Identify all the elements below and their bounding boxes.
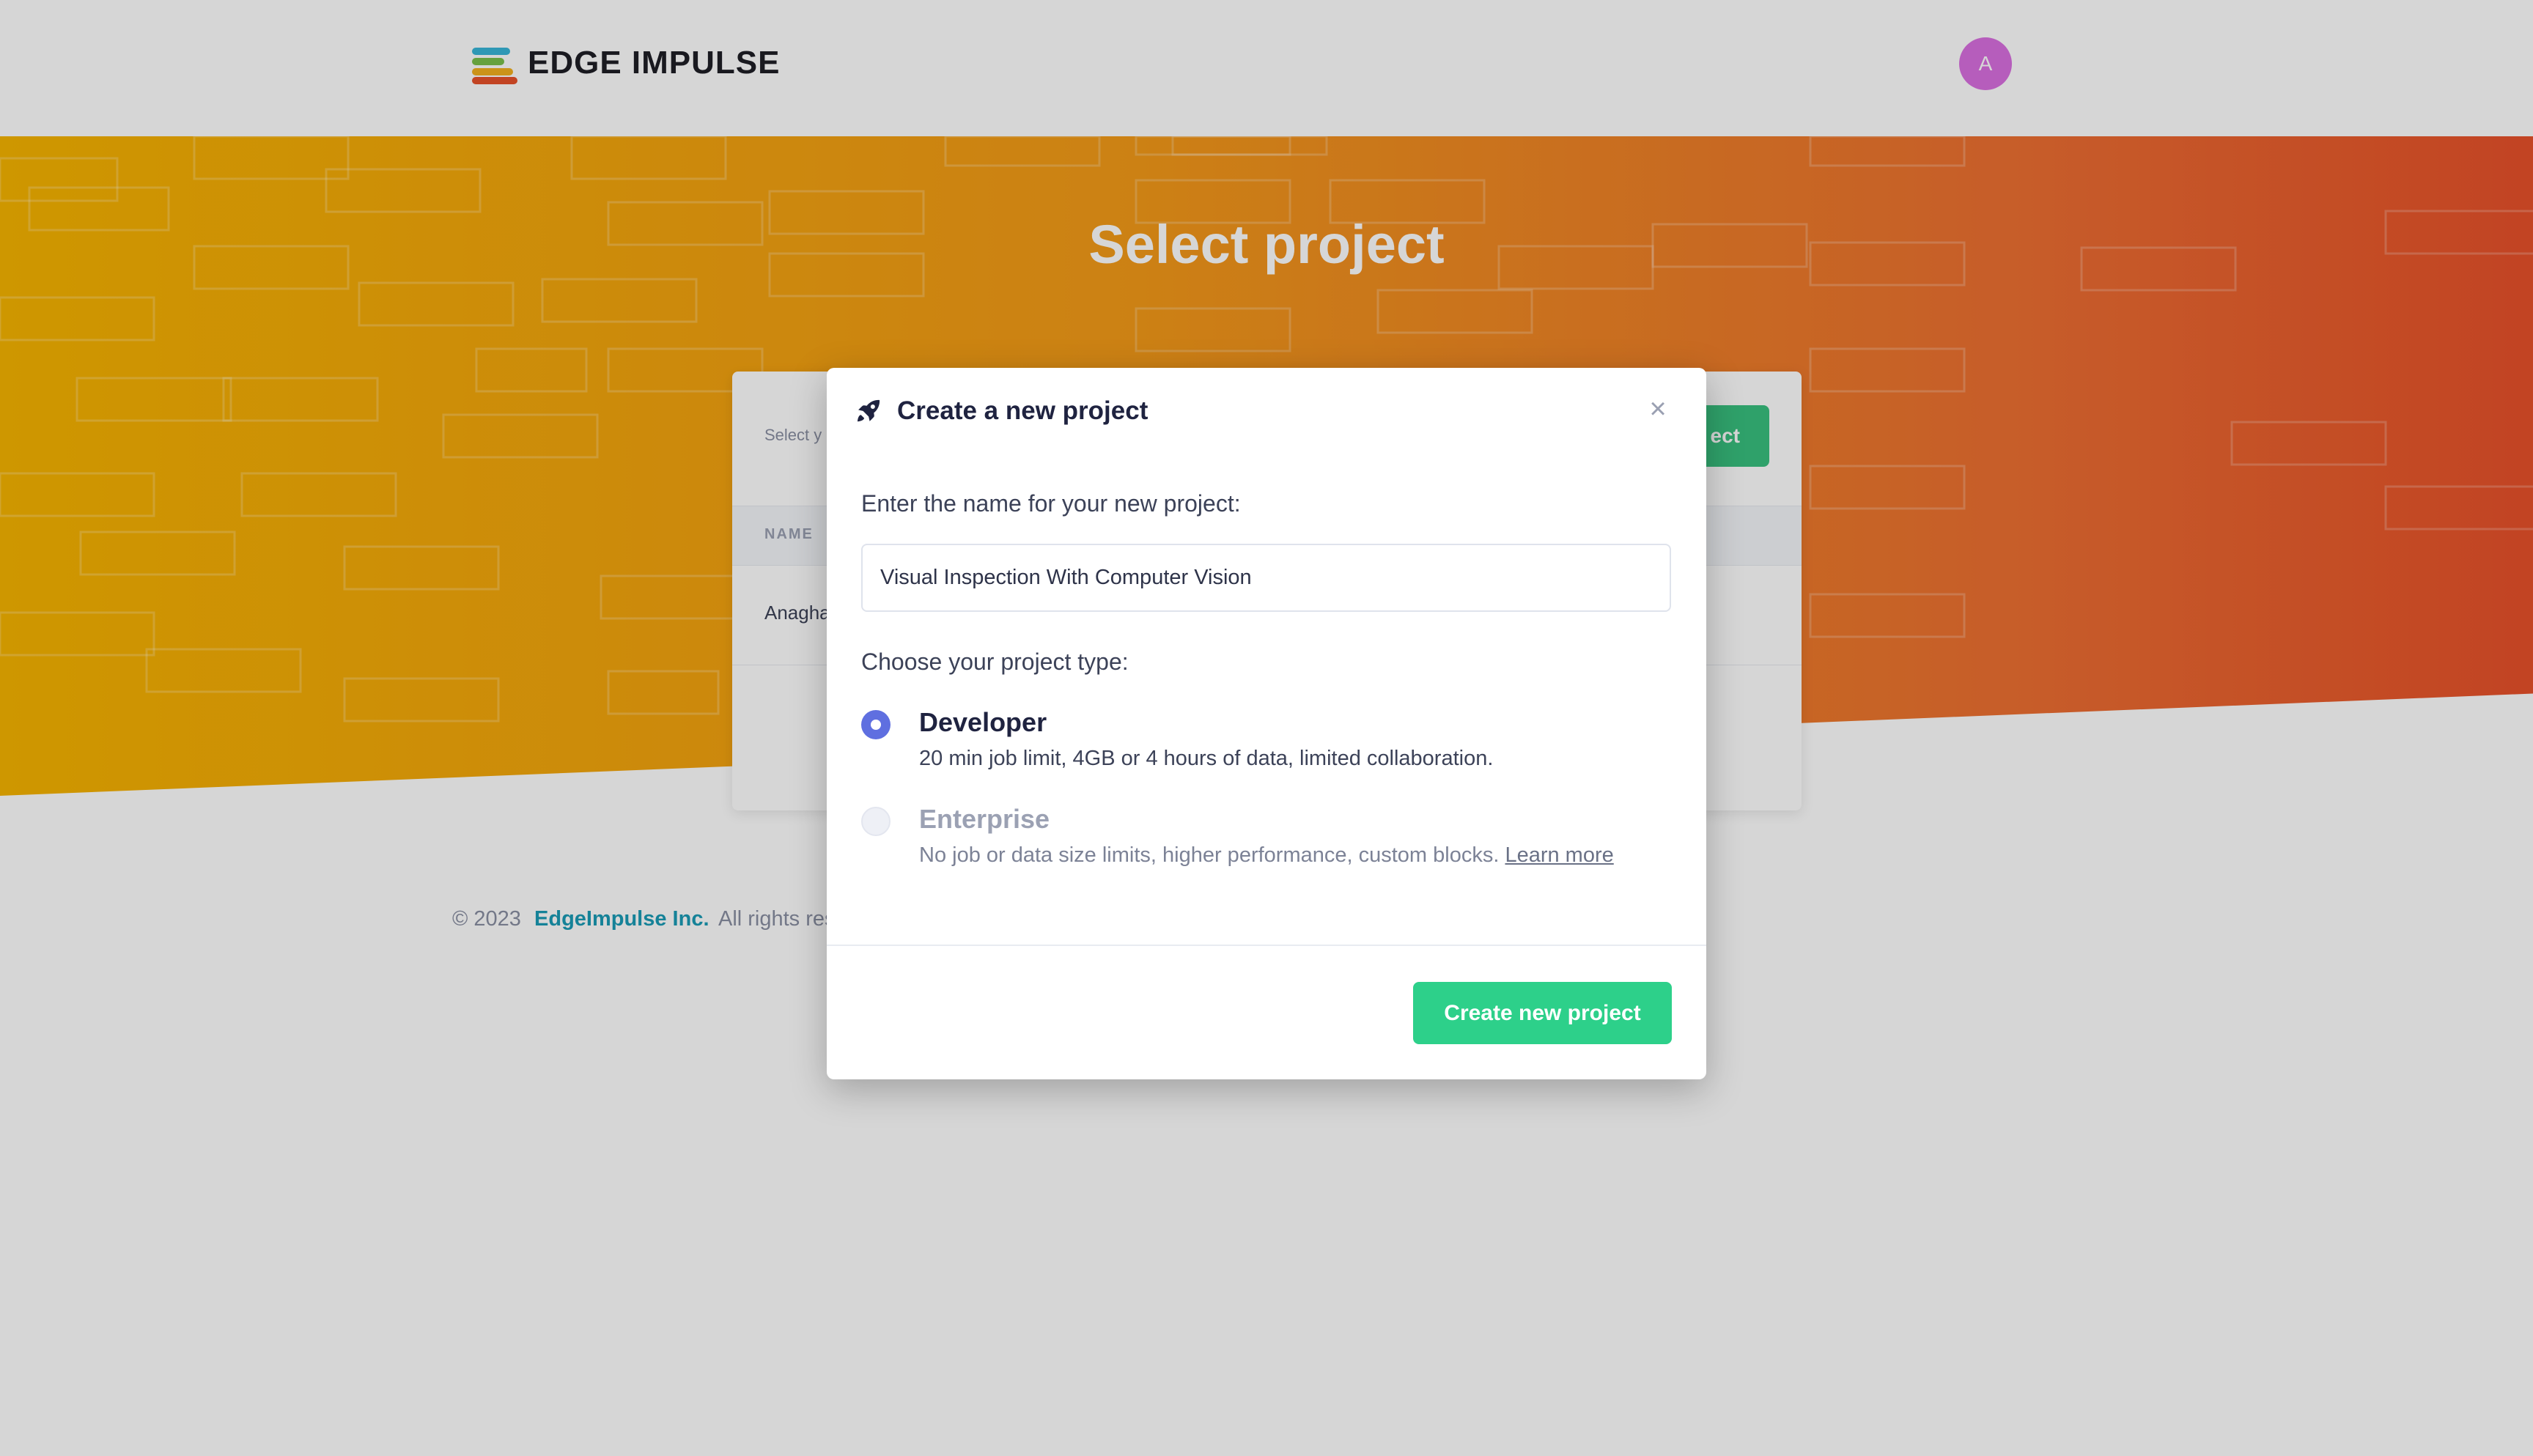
enterprise-description-text: No job or data size limits, higher perfo… [919, 843, 1500, 867]
learn-more-link[interactable]: Learn more [1505, 843, 1613, 867]
option-description-enterprise: No job or data size limits, higher perfo… [919, 843, 1614, 868]
project-name-label: Enter the name for your new project: [861, 490, 1241, 517]
modal-footer-divider [827, 945, 1706, 946]
radio-button-enterprise[interactable] [861, 807, 891, 836]
rocket-icon [857, 399, 880, 422]
radio-button-developer[interactable] [861, 710, 891, 739]
project-type-label: Choose your project type: [861, 648, 1129, 675]
option-title-developer: Developer [919, 707, 1047, 737]
close-icon[interactable]: × [1642, 393, 1674, 425]
create-project-modal: Create a new project × Enter the name fo… [827, 368, 1706, 1079]
project-name-input[interactable] [861, 544, 1671, 612]
create-new-project-button[interactable]: Create new project [1413, 982, 1672, 1044]
modal-header: Create a new project [855, 393, 1148, 429]
option-title-enterprise: Enterprise [919, 804, 1050, 834]
option-description-developer: 20 min job limit, 4GB or 4 hours of data… [919, 747, 1494, 770]
modal-title: Create a new project [897, 396, 1148, 425]
